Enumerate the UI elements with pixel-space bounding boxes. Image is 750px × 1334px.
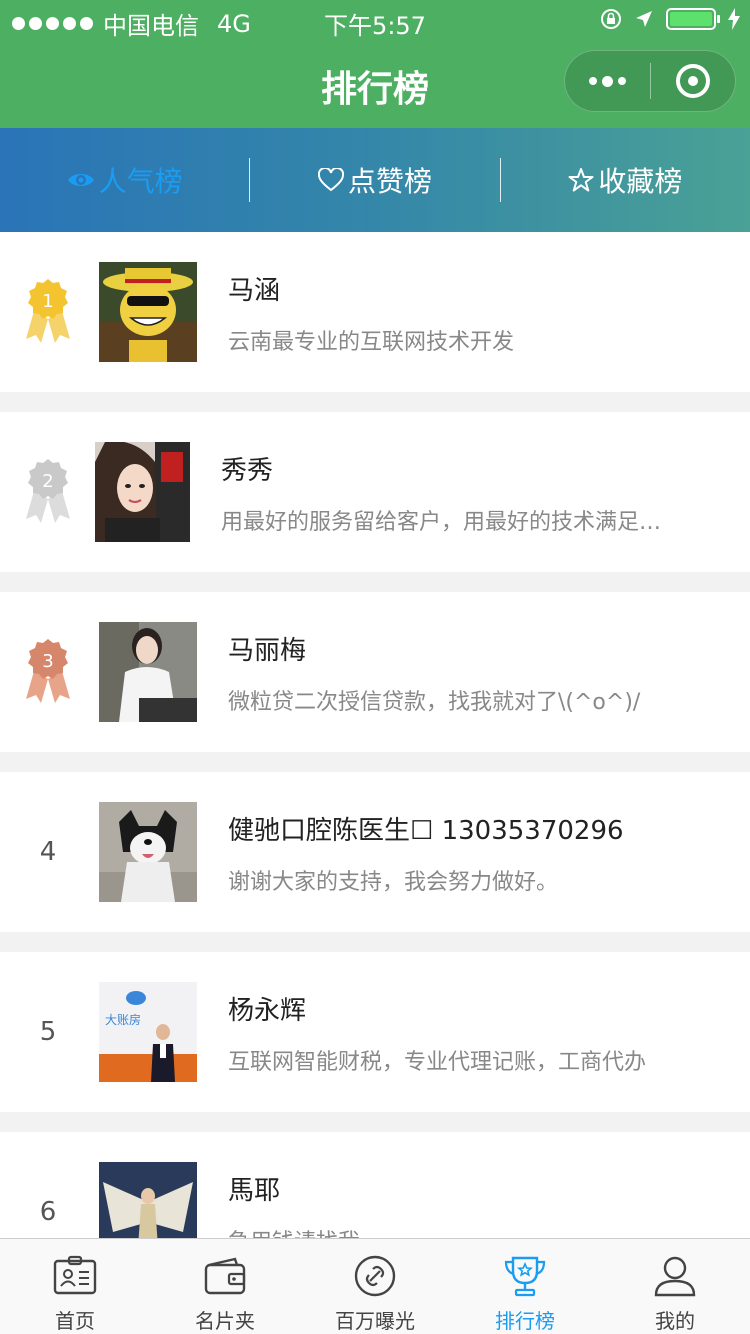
tab-card-holder[interactable]: 名片夹 bbox=[150, 1239, 300, 1334]
tab-label: 我的 bbox=[655, 1309, 695, 1333]
status-right bbox=[600, 8, 740, 30]
bronze-medal-icon: 3 bbox=[18, 632, 78, 712]
avatar[interactable] bbox=[99, 802, 197, 902]
tab-label: 点赞榜 bbox=[347, 165, 432, 198]
trophy-icon bbox=[504, 1256, 546, 1297]
rank-number: 5 bbox=[39, 1017, 57, 1047]
user-name: 健驰口腔陈医生☐ 13035370296 bbox=[228, 816, 624, 846]
avatar[interactable] bbox=[99, 622, 197, 722]
list-item[interactable]: 4 健驰口腔陈医生☐ 13035370296 谢谢大家的支持，我会努力做好。 bbox=[0, 772, 750, 932]
tab-mine[interactable]: 我的 bbox=[600, 1239, 750, 1334]
gold-medal-icon: 1 bbox=[18, 272, 78, 352]
svg-text:3: 3 bbox=[42, 651, 53, 672]
user-description: 用最好的服务留给客户，用最好的技术满足… bbox=[221, 510, 662, 535]
rotation-lock-icon bbox=[601, 9, 621, 29]
list-item[interactable]: 2 秀秀 用最好的服务留给客户，用最好的技术满足… bbox=[0, 412, 750, 572]
user-name: 馬耶 bbox=[228, 1176, 281, 1206]
user-description: 微粒贷二次授信贷款，找我就对了\(^o^)/ bbox=[228, 690, 641, 715]
navigation-bar: 排行榜 bbox=[0, 40, 750, 128]
avatar[interactable]: 大账房 bbox=[99, 982, 197, 1082]
tab-exposure[interactable]: 百万曝光 bbox=[300, 1239, 450, 1334]
tab-label: 收藏榜 bbox=[598, 165, 683, 198]
charging-bolt-icon bbox=[728, 8, 740, 30]
list-item[interactable]: 3 马丽梅 微粒贷二次授信贷款，找我就对了\(^o^)/ bbox=[0, 592, 750, 752]
target-icon bbox=[675, 64, 710, 98]
tab-label: 首页 bbox=[55, 1309, 95, 1333]
tab-favorites[interactable]: 收藏榜 bbox=[501, 128, 750, 232]
user-description: 谢谢大家的支持，我会努力做好。 bbox=[228, 870, 559, 895]
user-name: 马丽梅 bbox=[228, 636, 307, 666]
svg-text:2: 2 bbox=[42, 471, 53, 492]
user-name: 杨永辉 bbox=[228, 996, 307, 1026]
tab-home[interactable]: 首页 bbox=[0, 1239, 150, 1334]
location-arrow-icon bbox=[636, 11, 652, 27]
link-circle-icon bbox=[354, 1255, 396, 1297]
tab-label: 排行榜 bbox=[495, 1309, 555, 1333]
avatar[interactable] bbox=[99, 262, 197, 362]
user-name: 秀秀 bbox=[221, 456, 274, 486]
silver-medal-icon: 2 bbox=[18, 452, 78, 532]
tab-likes[interactable]: 点赞榜 bbox=[250, 128, 499, 232]
svg-text:大账房: 大账房 bbox=[105, 1012, 141, 1027]
avatar[interactable] bbox=[95, 442, 190, 542]
user-description: 互联网智能财税，专业代理记账，工商代办 bbox=[228, 1050, 647, 1075]
rank-number: 4 bbox=[39, 837, 57, 867]
heart-icon bbox=[317, 168, 344, 192]
close-button[interactable] bbox=[651, 50, 736, 112]
more-button[interactable] bbox=[565, 50, 650, 112]
user-description: 云南最专业的互联网技术开发 bbox=[228, 330, 515, 355]
tab-label: 百万曝光 bbox=[335, 1309, 415, 1333]
tab-popularity[interactable]: 人气榜 bbox=[0, 128, 249, 232]
svg-text:1: 1 bbox=[42, 291, 53, 312]
user-icon bbox=[654, 1256, 696, 1297]
eye-icon bbox=[67, 174, 94, 186]
wallet-icon bbox=[204, 1257, 246, 1295]
id-card-icon bbox=[53, 1255, 97, 1295]
bottom-tab-bar: 首页 名片夹 百万曝光 排行榜 我的 bbox=[0, 1238, 750, 1334]
tab-ranking[interactable]: 排行榜 bbox=[450, 1239, 600, 1334]
user-name: 马涵 bbox=[228, 276, 281, 306]
list-item[interactable]: 1 马涵 云南最专业的互联网技术开发 bbox=[0, 232, 750, 392]
list-item[interactable]: 5 大账房 杨永辉 互联网智能财税，专业代理记账，工商代办 bbox=[0, 952, 750, 1112]
ranking-tabs: 人气榜 点赞榜 收藏榜 bbox=[0, 128, 750, 232]
status-bar: 中国电信 4G 下午5:57 bbox=[0, 0, 750, 40]
tab-label: 名片夹 bbox=[195, 1309, 255, 1333]
star-icon bbox=[568, 168, 594, 192]
tab-label: 人气榜 bbox=[98, 165, 183, 198]
miniprogram-capsule bbox=[564, 50, 736, 112]
battery-icon bbox=[666, 8, 720, 30]
